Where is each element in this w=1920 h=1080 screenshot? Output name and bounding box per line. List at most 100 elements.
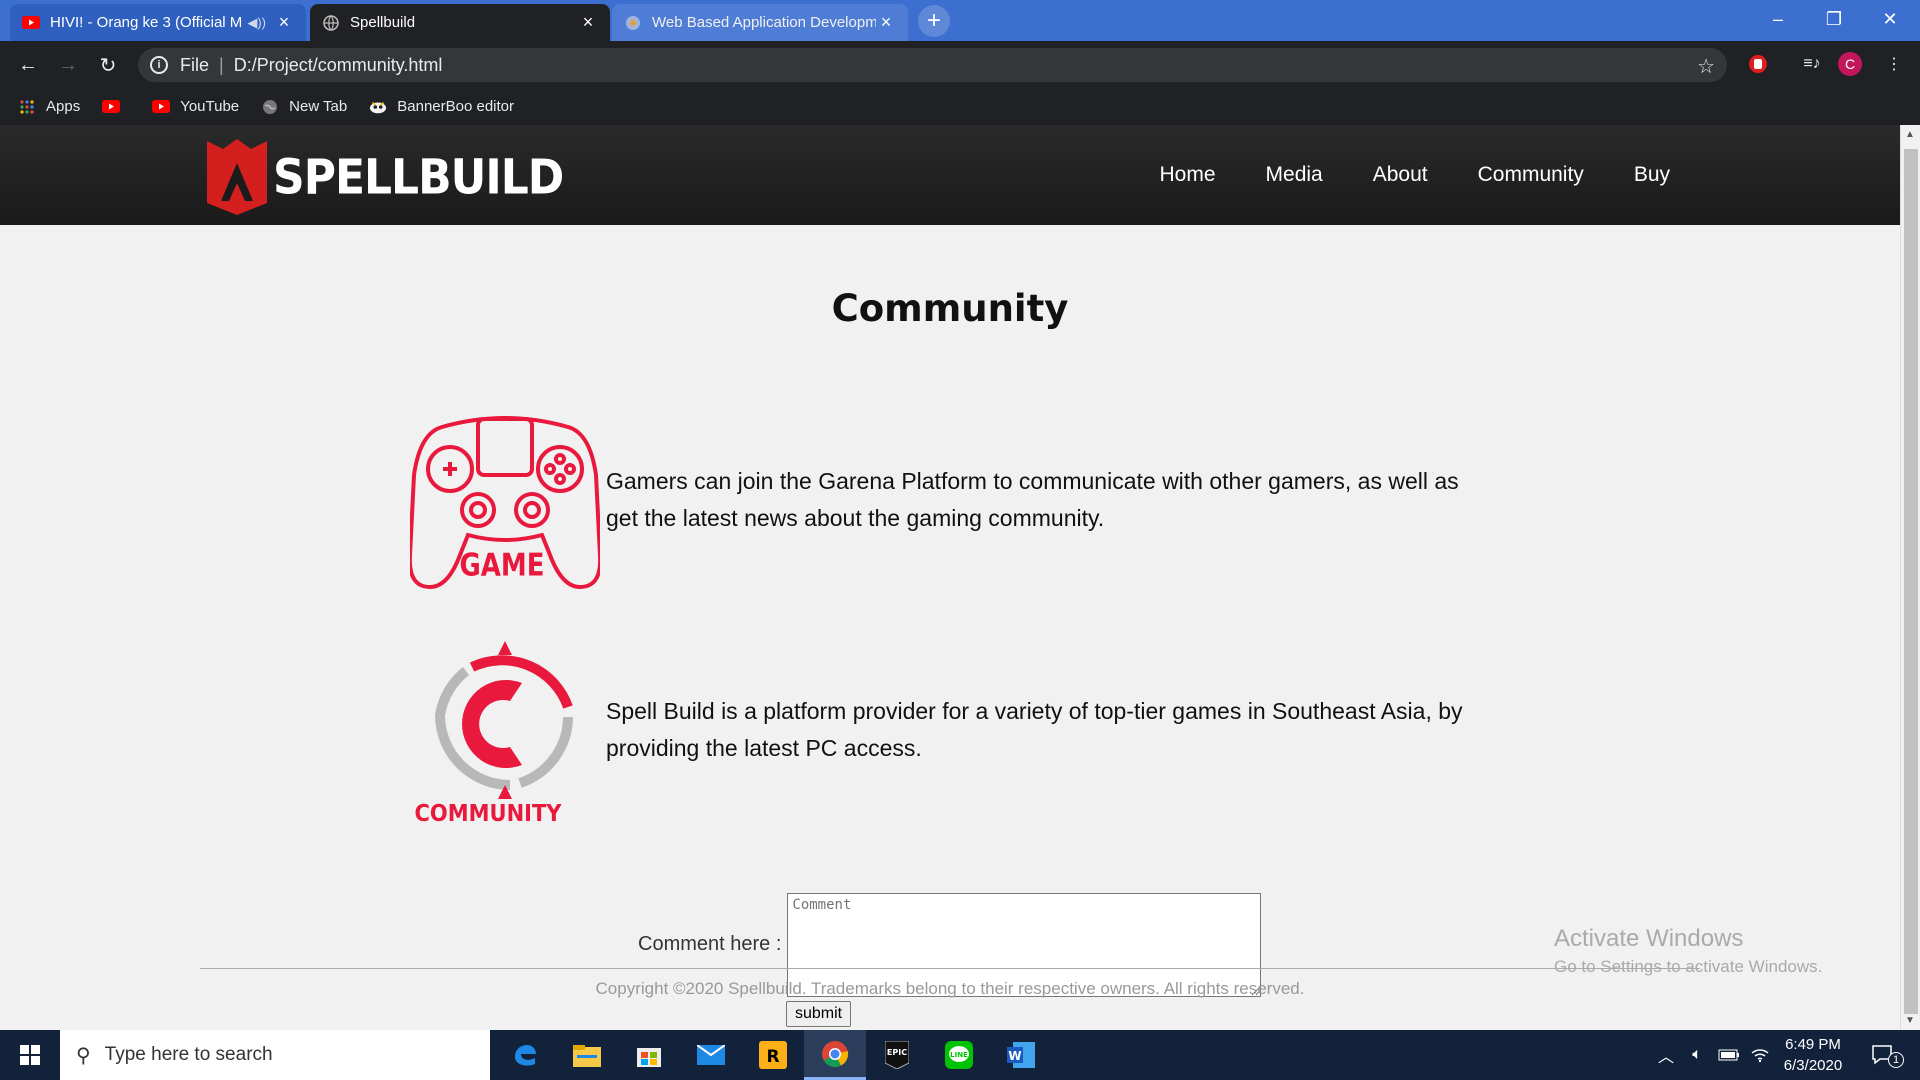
bookmarks-bar: Apps YouTube New Tab BannerBoo editor — [0, 88, 1920, 125]
media-queue-icon[interactable]: ≡♪ — [1800, 52, 1824, 76]
globe-icon — [322, 14, 340, 32]
submit-button[interactable]: submit — [786, 1001, 852, 1027]
watermark-subtitle: Go to Settings to activate Windows. — [1554, 957, 1823, 976]
nav-media[interactable]: Media — [1266, 163, 1323, 187]
forward-icon[interactable]: → — [52, 49, 84, 81]
start-button[interactable] — [0, 1030, 60, 1080]
bookmark-bannerboo[interactable]: BannerBoo editor — [369, 98, 514, 115]
brand-name: SPELLBUILD — [273, 148, 564, 206]
battery-icon[interactable] — [1714, 1030, 1744, 1080]
tab-title: HIVI! - Orang ke 3 (Official M — [50, 14, 243, 31]
nav-community[interactable]: Community — [1478, 163, 1584, 187]
clock-date: 6/3/2020 — [1783, 1057, 1843, 1074]
youtube-icon — [102, 99, 121, 115]
screen: { "browser": { "tabs": [ {"title": "HIVI… — [0, 0, 1920, 1080]
nav-buy[interactable]: Buy — [1634, 163, 1670, 187]
bannerboo-icon — [369, 99, 387, 115]
clock-time: 6:49 PM — [1785, 1036, 1841, 1053]
page-title: Community — [831, 287, 1069, 330]
epic-games-icon[interactable]: EPIC — [866, 1030, 928, 1080]
close-window-icon[interactable]: ✕ — [1862, 0, 1918, 38]
svg-text:R: R — [766, 1047, 779, 1067]
bookmark-label: Apps — [46, 98, 81, 115]
main-nav: Home Media About Community Buy — [1109, 125, 1670, 225]
url-text: D:/Project/community.html — [233, 54, 443, 75]
file-explorer-icon[interactable] — [556, 1030, 618, 1080]
show-hidden-icons-icon[interactable]: ︿ — [1652, 1030, 1680, 1080]
windows-logo-icon — [20, 1045, 40, 1065]
profile-avatar[interactable]: C — [1838, 52, 1862, 76]
gamepad-icon: GAME — [410, 416, 600, 590]
mute-icon[interactable]: ◀)) — [247, 15, 266, 31]
action-center-icon[interactable]: 1 — [1862, 1030, 1914, 1080]
feature-game: GAME Gamers can join the Garena Platform… — [410, 405, 1486, 595]
back-icon[interactable]: ← — [12, 49, 44, 81]
close-tab-icon[interactable]: × — [876, 12, 896, 33]
site-header: SPELLBUILD Home Media About Community Bu… — [0, 125, 1900, 225]
feature-text: Gamers can join the Garena Platform to c… — [606, 468, 1459, 531]
close-tab-icon[interactable]: × — [274, 12, 294, 33]
menu-kebab-icon[interactable]: ⋮ — [1882, 52, 1906, 76]
bookmark-label: New Tab — [289, 98, 348, 115]
svg-text:LINE: LINE — [950, 1051, 968, 1059]
chrome-icon[interactable] — [804, 1030, 866, 1080]
bookmark-label: BannerBoo editor — [397, 98, 514, 115]
tab-spellbuild[interactable]: Spellbuild × — [310, 4, 610, 41]
reload-icon[interactable]: ↻ — [92, 49, 124, 81]
bookmark-youtube[interactable]: YouTube — [152, 98, 239, 115]
site-logo[interactable]: SPELLBUILD — [205, 137, 564, 217]
windows-taskbar: ⚲ Type here to search R EPIC LINE W ︿ 🔈︎… — [0, 1030, 1920, 1080]
bookmark-youtube-icon-only[interactable] — [102, 99, 130, 115]
bookmark-apps[interactable]: Apps — [18, 98, 80, 115]
mail-icon[interactable] — [680, 1030, 742, 1080]
bookmark-new-tab[interactable]: New Tab — [261, 98, 347, 115]
word-icon[interactable]: W — [990, 1030, 1052, 1080]
feature-text: Spell Build is a platform provider for a… — [606, 698, 1463, 761]
url-scheme: File — [180, 54, 210, 75]
tab-web-dev[interactable]: Web Based Application Developm × — [612, 4, 908, 41]
tab-youtube[interactable]: HIVI! - Orang ke 3 (Official M ◀)) × — [10, 4, 306, 41]
edge-icon[interactable] — [494, 1030, 556, 1080]
scroll-up-icon[interactable]: ▲ — [1905, 129, 1915, 140]
svg-text:EPIC: EPIC — [887, 1048, 907, 1057]
community-icon-label: COMMUNITY — [415, 801, 563, 825]
browser-tab-strip: HIVI! - Orang ke 3 (Official M ◀)) × Spe… — [0, 0, 1920, 41]
taskbar-search[interactable]: ⚲ Type here to search — [60, 1030, 490, 1080]
community-icon: COMMUNITY — [415, 641, 573, 825]
site-info-icon[interactable]: i — [150, 56, 168, 74]
notification-count: 1 — [1888, 1052, 1904, 1068]
page-icon — [624, 14, 642, 32]
feature-community: COMMUNITY Spell Build is a platform prov… — [410, 635, 1486, 825]
restore-icon[interactable]: ❐ — [1806, 0, 1862, 38]
store-icon[interactable] — [618, 1030, 680, 1080]
rockstar-launcher-icon[interactable]: R — [742, 1030, 804, 1080]
address-bar[interactable]: i File | D:/Project/community.html ☆ — [138, 48, 1727, 82]
tab-title: Spellbuild — [350, 14, 416, 31]
extension-stop-icon[interactable] — [1746, 52, 1770, 76]
search-icon: ⚲ — [76, 1044, 91, 1067]
scrollbar-thumb[interactable] — [1904, 149, 1918, 1014]
globe-icon — [261, 99, 279, 115]
browser-toolbar: ← → ↻ i File | D:/Project/community.html… — [0, 41, 1920, 88]
new-tab-button[interactable]: + — [918, 5, 950, 37]
page-content: Community GAME Gamers can join the Garen… — [0, 225, 1900, 1030]
system-clock[interactable]: 6:49 PM 6/3/2020 — [1770, 1034, 1856, 1076]
activation-watermark: Activate Windows Go to Settings to activ… — [1554, 925, 1822, 977]
volume-icon[interactable]: 🔈︎ — [1682, 1030, 1712, 1080]
apps-grid-icon — [18, 99, 36, 115]
minimize-icon[interactable]: – — [1750, 0, 1806, 38]
nav-home[interactable]: Home — [1159, 163, 1215, 187]
youtube-icon — [22, 14, 40, 32]
page-scrollbar[interactable]: ▲ ▼ — [1900, 125, 1920, 1030]
game-icon-label: GAME — [459, 546, 544, 583]
bookmark-star-icon[interactable]: ☆ — [1697, 54, 1715, 79]
line-app-icon[interactable]: LINE — [928, 1030, 990, 1080]
copyright-text: Copyright ©2020 Spellbuild. Trademarks b… — [595, 979, 1305, 998]
url-separator: | — [219, 54, 224, 75]
search-placeholder: Type here to search — [104, 1044, 273, 1065]
tab-title: Web Based Application Developm — [652, 14, 876, 31]
nav-about[interactable]: About — [1373, 163, 1428, 187]
scroll-down-icon[interactable]: ▼ — [1905, 1015, 1915, 1026]
svg-text:W: W — [1008, 1049, 1021, 1063]
close-tab-icon[interactable]: × — [578, 12, 598, 33]
